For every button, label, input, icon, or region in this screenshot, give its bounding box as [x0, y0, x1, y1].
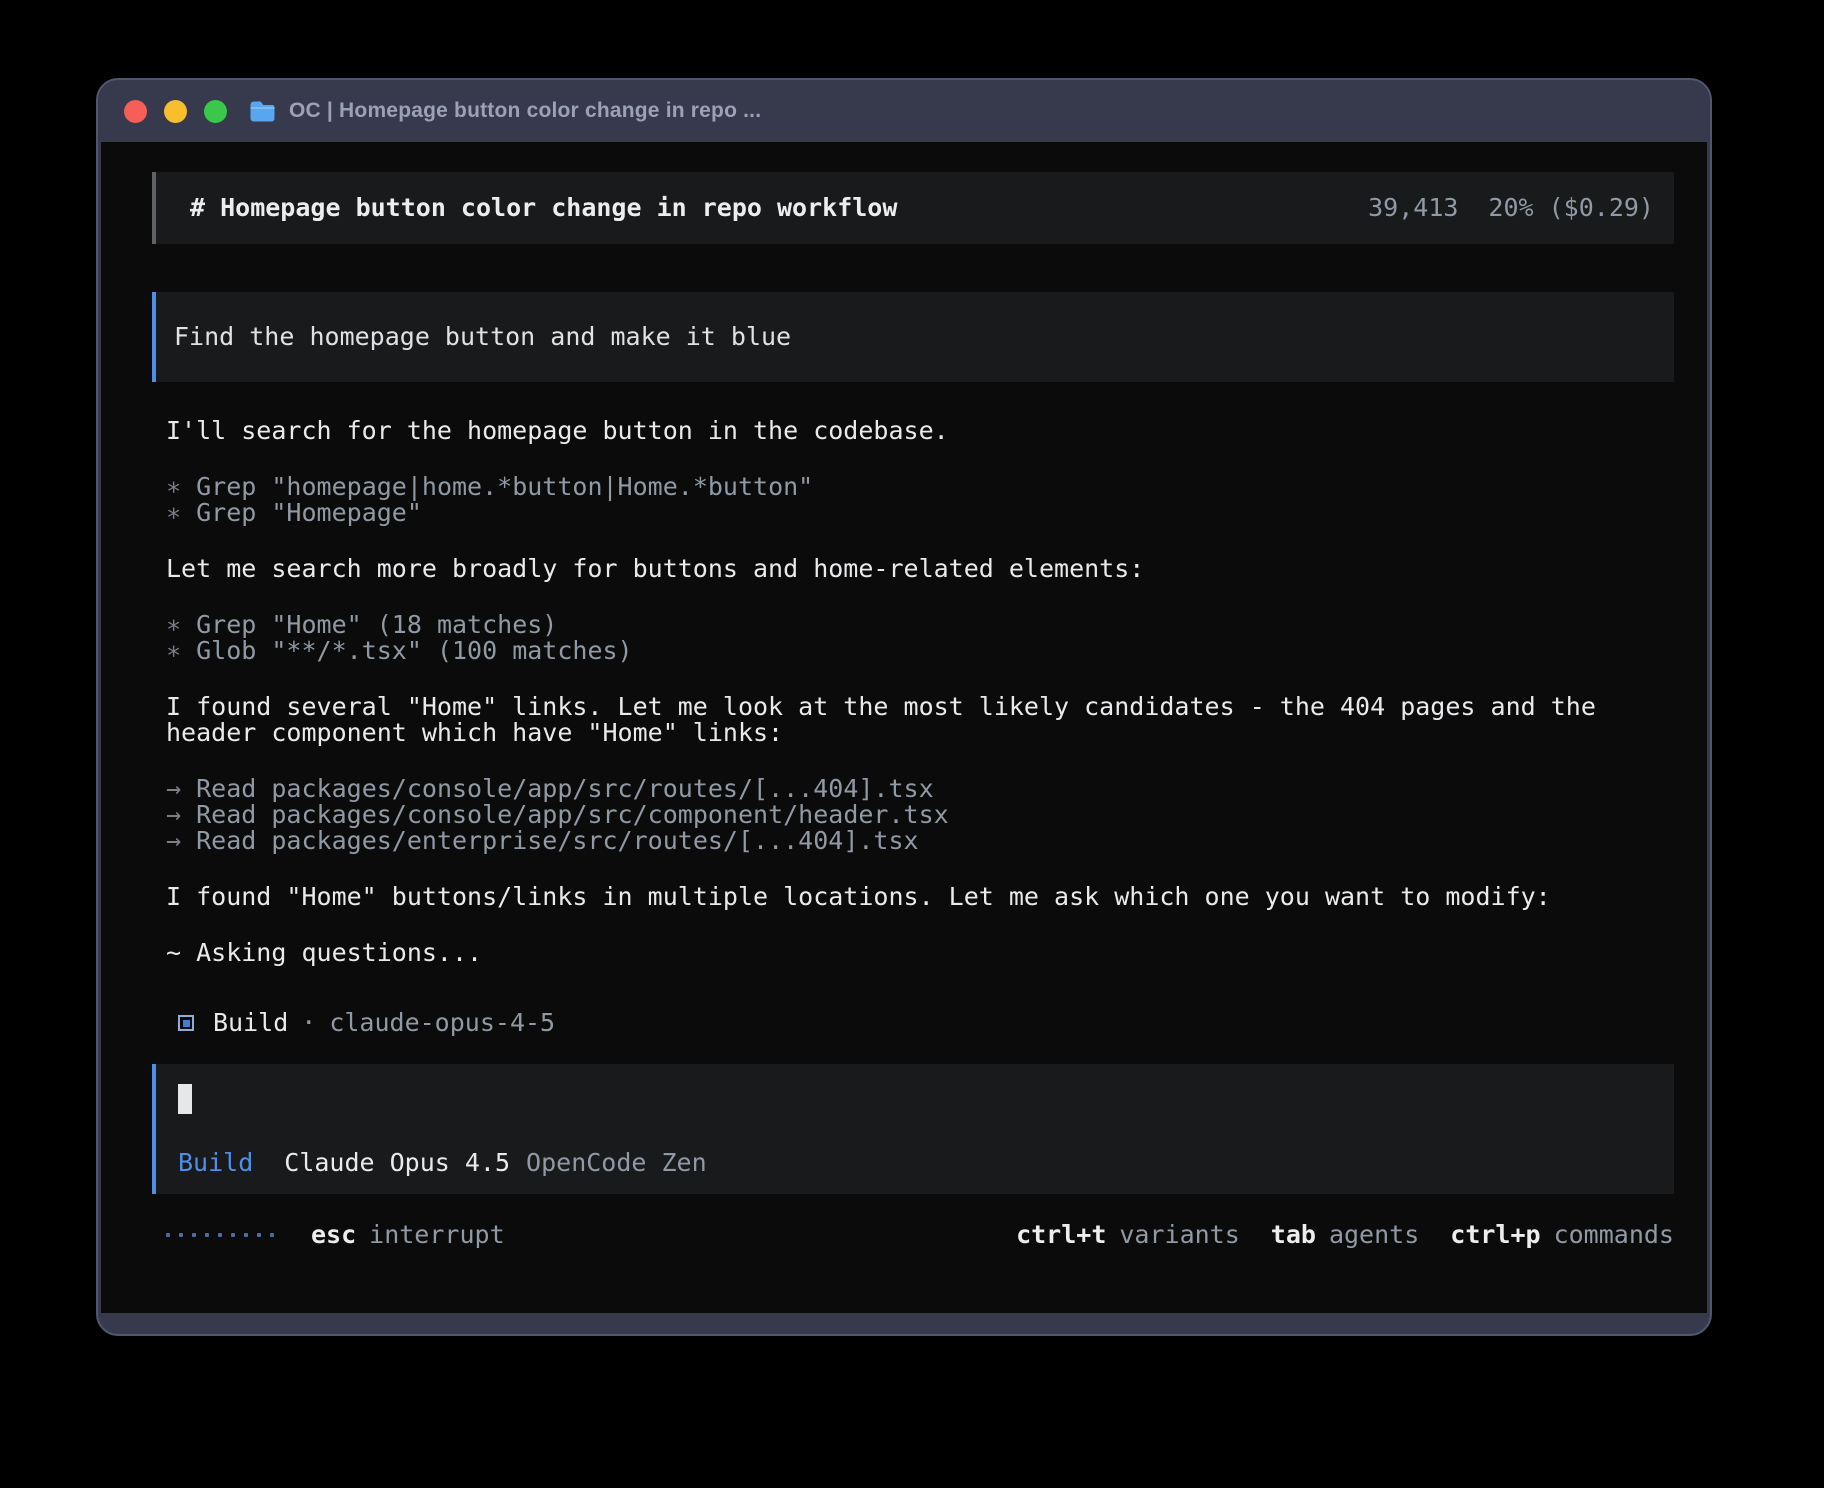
- token-count: 39,413: [1368, 195, 1458, 221]
- hint-key: ctrl+t: [1016, 1222, 1106, 1248]
- minimize-button[interactable]: [164, 100, 187, 123]
- input-agent-label[interactable]: Build: [178, 1150, 253, 1176]
- hint-label: variants: [1119, 1222, 1239, 1248]
- agent-separator-dot: ·: [301, 1010, 316, 1036]
- tool-call-group: ∗ Grep "Home" (18 matches) ∗ Glob "**/*.…: [152, 612, 1674, 664]
- tool-call: ∗ Glob "**/*.tsx" (100 matches): [152, 638, 1674, 664]
- tool-call-text: Grep "Home" (18 matches): [196, 610, 557, 639]
- user-message: Find the homepage button and make it blu…: [152, 292, 1674, 382]
- session-stats: 39,413 20% ($0.29): [1368, 195, 1654, 221]
- assistant-paragraph: I found several "Home" links. Let me loo…: [152, 694, 1674, 746]
- hint-variants: ctrl+t variants: [1016, 1222, 1240, 1248]
- hint-label: agents: [1329, 1222, 1419, 1248]
- tool-call: ∗ Grep "Home" (18 matches): [152, 612, 1674, 638]
- hint-key: ctrl+p: [1450, 1222, 1540, 1248]
- esc-key-label: interrupt: [369, 1222, 504, 1248]
- working-status: ~ Asking questions...: [152, 940, 1674, 966]
- tool-call-text: Read packages/enterprise/src/routes/[...…: [196, 826, 918, 855]
- terminal-content: # Homepage button color change in repo w…: [101, 142, 1707, 1313]
- user-message-text: Find the homepage button and make it blu…: [174, 322, 791, 351]
- prompt-input[interactable]: Build Claude Opus 4.5 OpenCode Zen: [152, 1064, 1674, 1194]
- spinner-dots-icon: [166, 1233, 274, 1237]
- assistant-text: I found several "Home" links. Let me loo…: [152, 694, 1674, 746]
- window-title: OC | Homepage button color change in rep…: [289, 99, 761, 123]
- maximize-button[interactable]: [204, 100, 227, 123]
- folder-icon: [249, 100, 276, 123]
- tool-call-group: ∗ Grep "homepage|home.*button|Home.*butt…: [152, 474, 1674, 526]
- hint-commands: ctrl+p commands: [1450, 1222, 1674, 1248]
- tool-call-group: → Read packages/console/app/src/routes/[…: [152, 776, 1674, 854]
- input-model-label: Claude Opus 4.5: [284, 1150, 510, 1176]
- assistant-text: Let me search more broadly for buttons a…: [152, 556, 1674, 582]
- assistant-paragraph: I found "Home" buttons/links in multiple…: [152, 884, 1674, 910]
- tool-call: → Read packages/enterprise/src/routes/[.…: [152, 828, 1674, 854]
- agent-square-icon: [178, 1015, 194, 1031]
- tool-call-text: Read packages/console/app/src/component/…: [196, 800, 949, 829]
- traffic-lights: [124, 100, 227, 123]
- tool-call: ∗ Grep "Homepage": [152, 500, 1674, 526]
- context-usage: 20% ($0.29): [1488, 195, 1654, 221]
- read-arrow-icon: →: [166, 774, 181, 803]
- desktop: { "colors": { "accent_blue": "#4f8fe8", …: [0, 0, 1824, 1488]
- hint-agents: tab agents: [1271, 1222, 1419, 1248]
- input-provider-label: OpenCode Zen: [526, 1150, 707, 1176]
- tool-call: → Read packages/console/app/src/componen…: [152, 802, 1674, 828]
- tool-bullet-icon: ∗: [166, 472, 181, 501]
- keyboard-hints: ctrl+t variants tab agents ctrl+p comman…: [1016, 1222, 1674, 1248]
- assistant-paragraph: I'll search for the homepage button in t…: [152, 418, 1674, 444]
- input-meta-row: Build Claude Opus 4.5 OpenCode Zen: [178, 1150, 1654, 1176]
- window-bottom-edge: [98, 1313, 1710, 1334]
- read-arrow-icon: →: [166, 826, 181, 855]
- status-bar: esc interrupt ctrl+t variants tab agents…: [152, 1222, 1674, 1248]
- agent-name: Build: [213, 1010, 288, 1036]
- assistant-text: I found "Home" buttons/links in multiple…: [152, 884, 1674, 910]
- esc-key-hint: esc: [311, 1222, 356, 1248]
- tool-bullet-icon: ∗: [166, 636, 181, 665]
- assistant-text: I'll search for the homepage button in t…: [152, 418, 1674, 444]
- tool-call-text: Grep "Homepage": [196, 498, 422, 527]
- working-status-text: ~ Asking questions...: [152, 940, 1674, 966]
- close-button[interactable]: [124, 100, 147, 123]
- tool-call-text: Read packages/console/app/src/routes/[..…: [196, 774, 934, 803]
- hint-key: tab: [1271, 1222, 1316, 1248]
- session-title: # Homepage button color change in repo w…: [190, 195, 897, 221]
- tool-call-text: Grep "homepage|home.*button|Home.*button…: [196, 472, 813, 501]
- session-header: # Homepage button color change in repo w…: [152, 172, 1674, 244]
- read-arrow-icon: →: [166, 800, 181, 829]
- agent-status-row: Build · claude-opus-4-5: [152, 1010, 1674, 1036]
- tool-bullet-icon: ∗: [166, 610, 181, 639]
- text-cursor[interactable]: [178, 1084, 192, 1114]
- terminal-window: OC | Homepage button color change in rep…: [96, 78, 1712, 1336]
- window-titlebar[interactable]: OC | Homepage button color change in rep…: [98, 80, 1710, 142]
- hint-label: commands: [1554, 1222, 1674, 1248]
- agent-model: claude-opus-4-5: [329, 1010, 555, 1036]
- assistant-paragraph: Let me search more broadly for buttons a…: [152, 556, 1674, 582]
- tool-call: ∗ Grep "homepage|home.*button|Home.*butt…: [152, 474, 1674, 500]
- tool-bullet-icon: ∗: [166, 498, 181, 527]
- tool-call-text: Glob "**/*.tsx" (100 matches): [196, 636, 633, 665]
- tool-call: → Read packages/console/app/src/routes/[…: [152, 776, 1674, 802]
